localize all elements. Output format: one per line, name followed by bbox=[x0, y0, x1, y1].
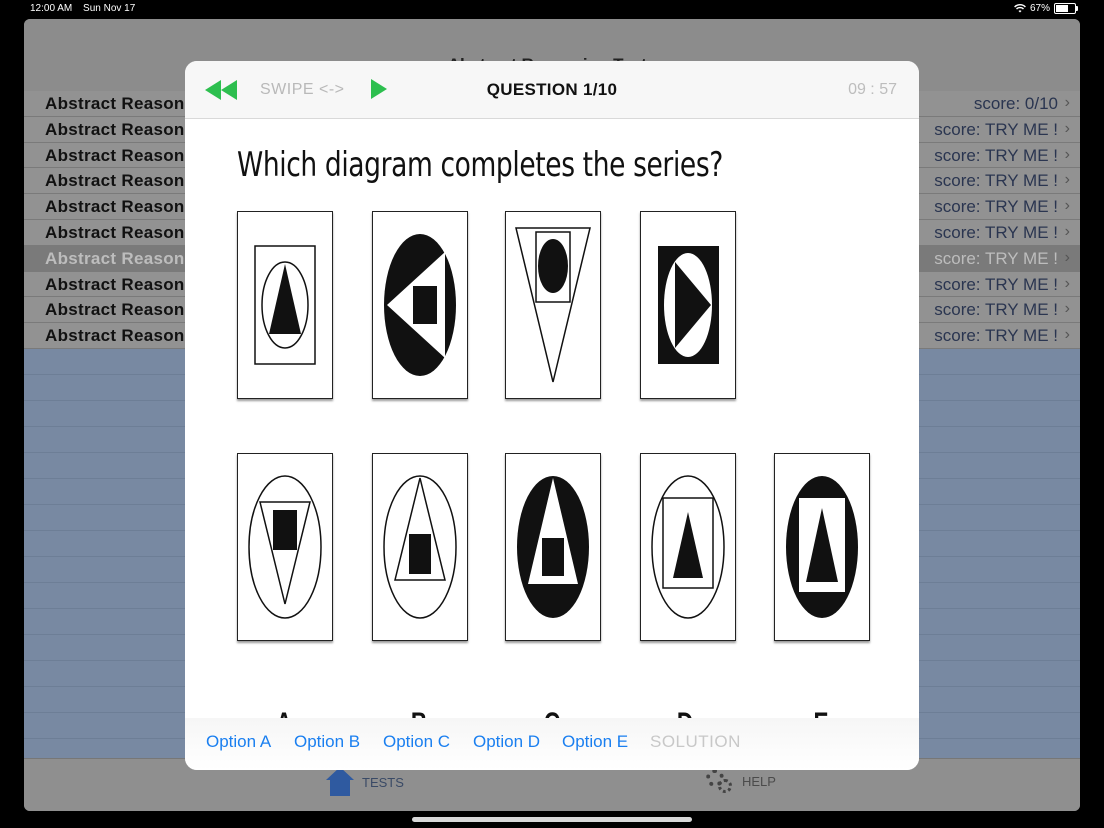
option-e-button[interactable]: Option E bbox=[562, 732, 628, 752]
test-row-score: score: TRY ME ! bbox=[934, 222, 1058, 242]
gear-icon bbox=[706, 767, 734, 795]
question-text: Which diagram completes the series? bbox=[237, 145, 723, 185]
test-row-score: score: TRY ME ! bbox=[934, 119, 1058, 139]
countdown-timer: 09 : 57 bbox=[848, 81, 897, 98]
question-content: Which diagram completes the series? bbox=[185, 119, 919, 740]
chevron-right-icon: › bbox=[1064, 326, 1070, 344]
house-icon bbox=[326, 767, 354, 797]
test-row-score: score: TRY ME ! bbox=[934, 326, 1058, 346]
option-c-button[interactable]: Option C bbox=[383, 732, 450, 752]
battery-percent: 67% bbox=[1029, 3, 1050, 14]
status-date: Sun Nov 17 bbox=[83, 3, 136, 14]
tab-tests-label: TESTS bbox=[362, 774, 404, 790]
question-modal: SWIPE <-> QUESTION 1/10 09 : 57 Which di… bbox=[185, 61, 919, 770]
battery-icon bbox=[1054, 3, 1078, 14]
chevron-right-icon: › bbox=[1064, 197, 1070, 215]
series-panel-2 bbox=[372, 211, 468, 399]
chevron-right-icon: › bbox=[1064, 94, 1070, 111]
tab-help-label: HELP bbox=[742, 773, 776, 789]
answer-panel-e[interactable] bbox=[774, 453, 870, 641]
chevron-right-icon: › bbox=[1064, 171, 1070, 189]
option-a-button[interactable]: Option A bbox=[206, 732, 271, 752]
series-panel-3 bbox=[505, 211, 601, 399]
test-row-score: score: TRY ME ! bbox=[934, 197, 1058, 217]
chevron-right-icon: › bbox=[1064, 274, 1070, 292]
test-row-score: score: TRY ME ! bbox=[934, 274, 1058, 294]
chevron-right-icon: › bbox=[1064, 248, 1070, 266]
test-row-score: score: TRY ME ! bbox=[934, 145, 1058, 165]
option-d-button[interactable]: Option D bbox=[473, 732, 540, 752]
series-panel-1 bbox=[237, 211, 333, 399]
options-bar: Option A Option B Option C Option D Opti… bbox=[185, 718, 919, 770]
answer-panel-a[interactable] bbox=[237, 453, 333, 641]
test-row-score: score: TRY ME ! bbox=[934, 300, 1058, 320]
test-row-score: score: TRY ME ! bbox=[934, 248, 1058, 268]
option-b-button[interactable]: Option B bbox=[294, 732, 360, 752]
answer-panel-c[interactable] bbox=[505, 453, 601, 641]
status-bar: 12:00 AM Sun Nov 17 67% bbox=[0, 0, 1104, 18]
tab-help[interactable]: HELP bbox=[706, 767, 776, 795]
chevron-right-icon: › bbox=[1064, 119, 1070, 137]
question-counter: QUESTION 1/10 bbox=[486, 80, 618, 99]
answer-panel-d[interactable] bbox=[640, 453, 736, 641]
status-time: 12:00 AM bbox=[30, 3, 73, 14]
solution-button[interactable]: SOLUTION bbox=[650, 732, 741, 752]
answer-panel-b[interactable] bbox=[372, 453, 468, 641]
series-panel-4 bbox=[640, 211, 736, 399]
home-indicator[interactable] bbox=[412, 817, 692, 822]
test-row-score: score: 0/10 bbox=[973, 94, 1058, 113]
test-row-score: score: TRY ME ! bbox=[934, 171, 1058, 191]
chevron-right-icon: › bbox=[1064, 145, 1070, 163]
chevron-right-icon: › bbox=[1064, 222, 1070, 240]
tab-tests[interactable]: TESTS bbox=[326, 767, 404, 797]
modal-header: SWIPE <-> QUESTION 1/10 09 : 57 bbox=[185, 61, 919, 119]
wifi-icon bbox=[1014, 4, 1026, 13]
chevron-right-icon: › bbox=[1064, 300, 1070, 318]
